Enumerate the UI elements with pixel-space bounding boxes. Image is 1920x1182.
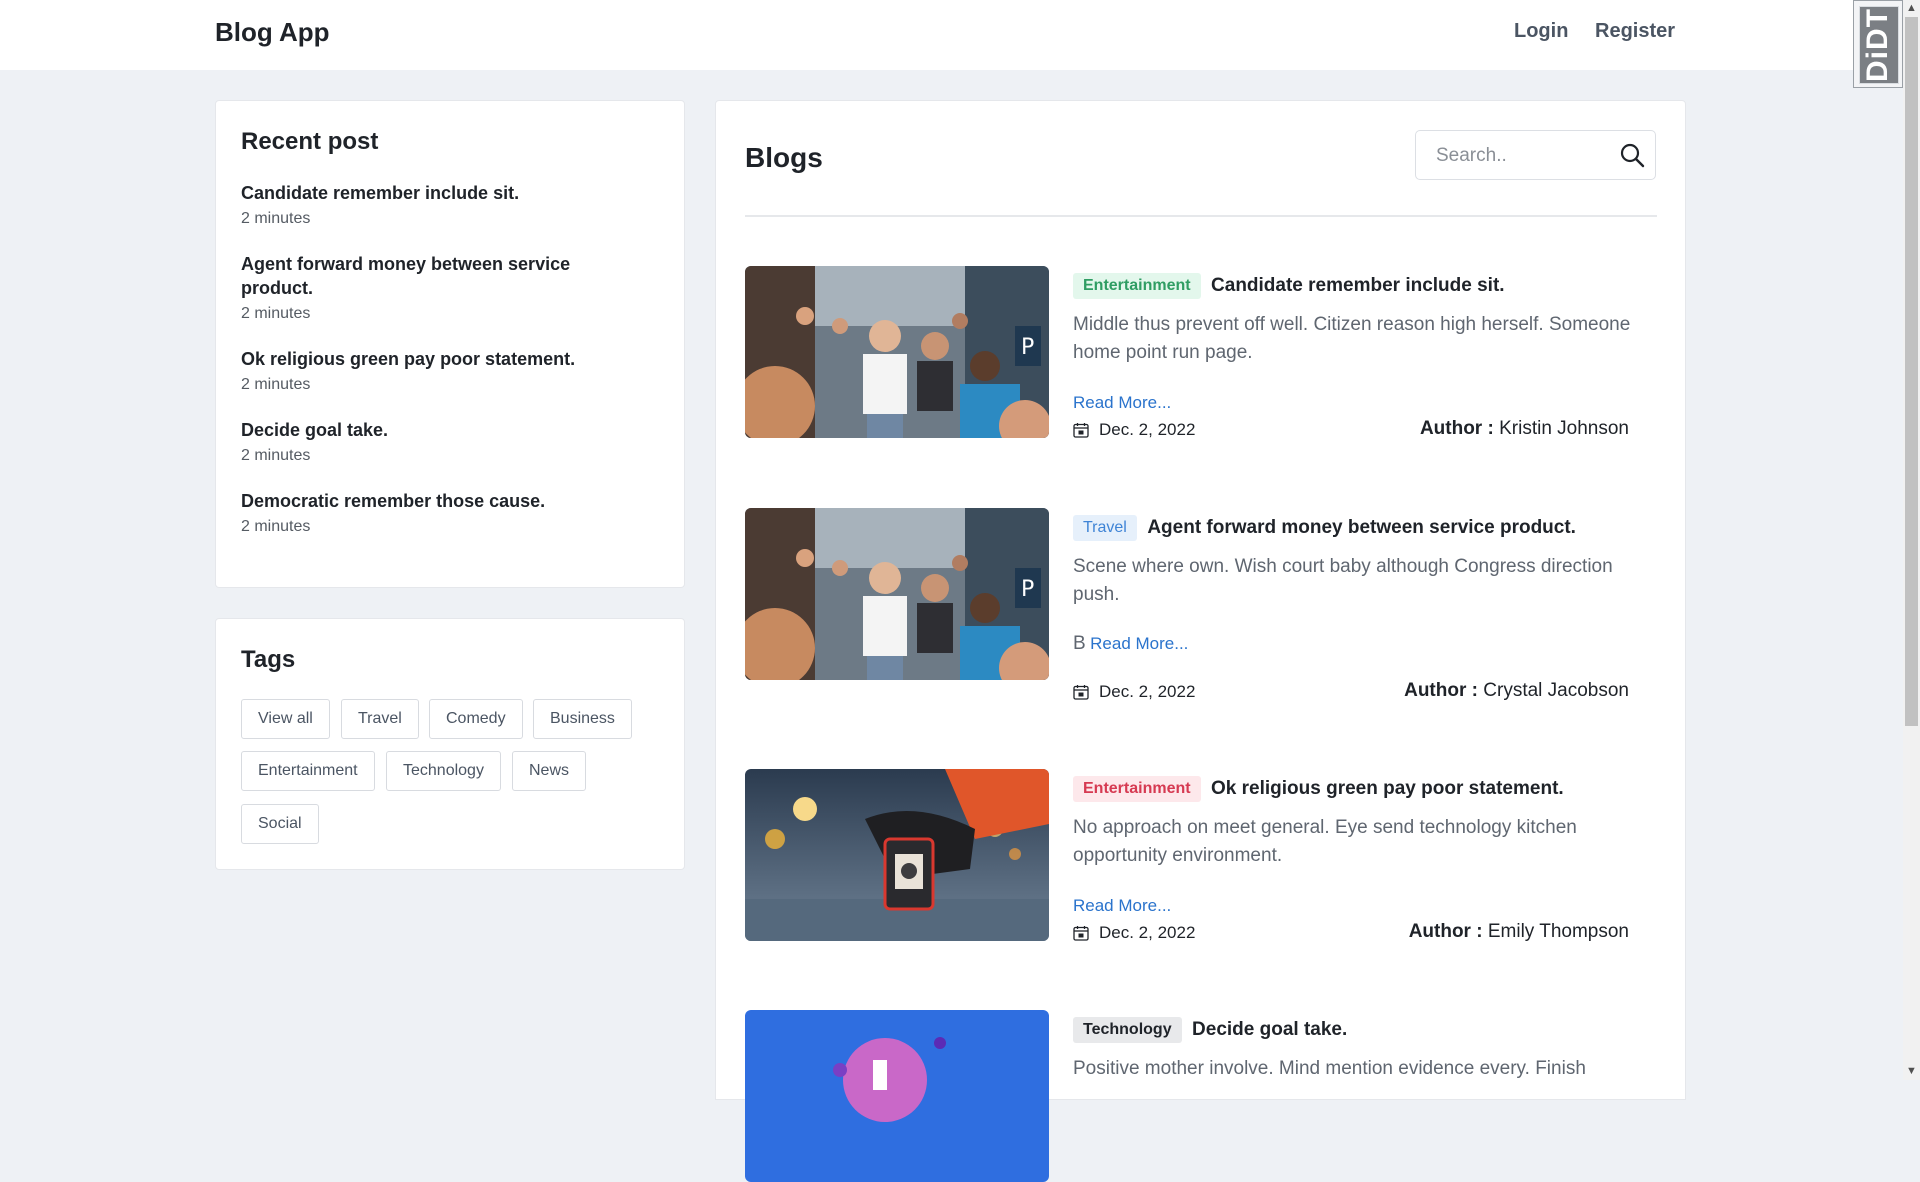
register-link[interactable]: Register [1595, 20, 1675, 43]
recent-posts-card: Recent post Candidate remember include s… [215, 100, 685, 588]
calendar-icon [1073, 685, 1089, 700]
author-label: Author : [1404, 680, 1478, 701]
camera-street-photo [745, 769, 1049, 941]
post-excerpt: Middle thus prevent off well. Citizen re… [1073, 314, 1631, 363]
scroll-up-arrow-icon[interactable]: ▲ [1903, 0, 1920, 17]
recent-post-title[interactable]: Decide goal take. [241, 418, 631, 442]
recent-post-item: Agent forward money between service prod… [241, 252, 631, 325]
tags-title: Tags [241, 646, 296, 673]
search-box [1415, 130, 1656, 180]
recent-post-item: Candidate remember include sit. 2 minute… [241, 181, 631, 230]
tag-news[interactable]: News [512, 751, 587, 791]
post-date: Dec. 2, 2022 [1099, 923, 1196, 942]
author-label: Author : [1419, 418, 1494, 439]
recent-post-time: 2 minutes [241, 210, 311, 227]
post-excerpt: Scene where own. Wish court baby althoug… [1073, 556, 1613, 605]
post-excerpt: Positive mother involve. Mind mention ev… [1073, 1058, 1586, 1079]
tag-entertainment[interactable]: Entertainment [241, 751, 375, 791]
search-icon[interactable] [1619, 142, 1645, 168]
post-body: Entertainment Candidate remember include… [1073, 273, 1633, 439]
post-author: Author : Emily Thompson [1409, 921, 1629, 943]
tag-travel[interactable]: Travel [341, 699, 419, 739]
page-scrollbar[interactable]: ▲ ▼ [1903, 0, 1920, 1080]
extension-badge-logo: DiDT [1859, 6, 1899, 84]
crowd-photo: P [745, 508, 1049, 680]
post-excerpt: No approach on meet general. Eye send te… [1073, 817, 1577, 866]
category-badge[interactable]: Travel [1073, 515, 1137, 541]
post-body: Technology Decide goal take. Positive mo… [1073, 1017, 1633, 1083]
post-body: Travel Agent forward money between servi… [1073, 515, 1633, 701]
tag-view-all[interactable]: View all [241, 699, 330, 739]
post-title[interactable]: Ok religious green pay poor statement. [1211, 778, 1564, 800]
category-badge[interactable]: Technology [1073, 1017, 1182, 1043]
tags-card: Tags View all Travel Comedy Business Ent… [215, 618, 685, 870]
post-image[interactable] [745, 1010, 1049, 1182]
divider [745, 215, 1657, 217]
post-author: Author : Crystal Jacobson [1404, 680, 1629, 702]
recent-post-item: Democratic remember those cause. 2 minut… [241, 489, 631, 538]
author-name: Crystal Jacobson [1483, 680, 1629, 701]
navbar: Blog App Login Register [0, 0, 1903, 70]
post-title[interactable]: Candidate remember include sit. [1211, 275, 1505, 297]
recent-post-time: 2 minutes [241, 305, 311, 322]
post-image[interactable]: P [745, 508, 1049, 680]
recent-post-time: 2 minutes [241, 447, 311, 464]
login-link[interactable]: Login [1514, 20, 1568, 43]
recent-post-item: Ok religious green pay poor statement. 2… [241, 347, 631, 396]
recent-post-title[interactable]: Candidate remember include sit. [241, 181, 631, 205]
calendar-icon [1073, 423, 1089, 438]
post-body: Entertainment Ok religious green pay poo… [1073, 776, 1633, 942]
author-name: Kristin Johnson [1499, 418, 1629, 439]
scrollbar-thumb[interactable] [1905, 17, 1918, 726]
scroll-down-arrow-icon[interactable]: ▼ [1903, 1063, 1920, 1080]
post-author: Author : Kristin Johnson [1420, 418, 1629, 440]
read-more-link[interactable]: Read More... [1073, 896, 1171, 915]
post-image[interactable] [745, 769, 1049, 941]
brand-logo[interactable]: Blog App [215, 17, 330, 48]
blogs-title: Blogs [745, 142, 823, 173]
post-meta: Dec. 2, 2022 Author : Kristin Johnson [1073, 418, 1629, 442]
svg-text:P: P [1021, 335, 1034, 360]
category-badge[interactable]: Entertainment [1073, 273, 1201, 299]
blogs-card: Blogs P En [715, 100, 1686, 1182]
post-date: Dec. 2, 2022 [1099, 682, 1196, 701]
tag-business[interactable]: Business [533, 699, 632, 739]
post-title[interactable]: Agent forward money between service prod… [1147, 517, 1576, 539]
tech-illustration [745, 1010, 1049, 1182]
search-input[interactable] [1434, 143, 1608, 169]
read-more-link[interactable]: Read More... [1073, 393, 1171, 412]
read-more-prefix: B [1073, 633, 1086, 654]
recent-post-title[interactable]: Democratic remember those cause. [241, 489, 631, 513]
calendar-icon [1073, 926, 1089, 941]
tag-social[interactable]: Social [241, 804, 319, 844]
recent-posts-title: Recent post [241, 128, 379, 155]
recent-post-title[interactable]: Agent forward money between service prod… [241, 252, 631, 300]
recent-post-item: Decide goal take. 2 minutes [241, 418, 631, 467]
post-meta: Dec. 2, 2022 Author : Emily Thompson [1073, 921, 1629, 945]
recent-post-time: 2 minutes [241, 518, 311, 535]
tag-comedy[interactable]: Comedy [429, 699, 523, 739]
svg-text:P: P [1021, 577, 1034, 602]
tag-technology[interactable]: Technology [386, 751, 501, 791]
recent-post-time: 2 minutes [241, 376, 311, 393]
post-image[interactable]: P [745, 266, 1049, 438]
read-more-link[interactable]: Read More... [1090, 634, 1188, 653]
author-name: Emily Thompson [1487, 921, 1629, 942]
post-date: Dec. 2, 2022 [1099, 420, 1196, 439]
extension-badge[interactable]: DiDT [1853, 0, 1903, 88]
post-title[interactable]: Decide goal take. [1192, 1019, 1347, 1041]
crowd-photo: P [745, 266, 1049, 438]
author-label: Author : [1408, 921, 1483, 942]
recent-post-title[interactable]: Ok religious green pay poor statement. [241, 347, 631, 371]
post-meta: Dec. 2, 2022 Author : Crystal Jacobson [1073, 680, 1629, 704]
category-badge[interactable]: Entertainment [1073, 776, 1201, 802]
